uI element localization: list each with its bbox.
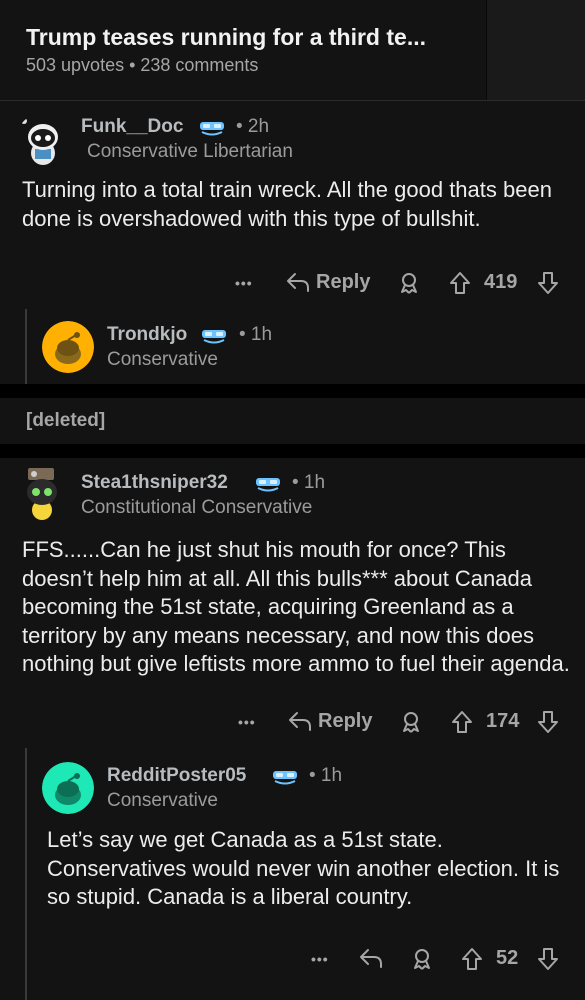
goggles-flair-icon bbox=[200, 122, 224, 136]
user-avatar[interactable] bbox=[42, 762, 94, 814]
user-flair: Conservative Libertarian bbox=[87, 141, 293, 162]
comment-username[interactable]: Funk__Doc bbox=[81, 116, 183, 138]
user-avatar[interactable] bbox=[16, 464, 70, 522]
downvote-button[interactable] bbox=[537, 708, 559, 736]
vote-count: 174 bbox=[486, 709, 520, 732]
user-avatar[interactable] bbox=[42, 321, 94, 373]
snoo-astronaut-icon bbox=[16, 113, 70, 167]
more-options-button[interactable]: ••• bbox=[238, 708, 256, 736]
post-header[interactable]: Trump teases running for a third te... 5… bbox=[0, 0, 585, 100]
user-flair: Conservative bbox=[107, 790, 218, 811]
snoo-default-icon bbox=[42, 762, 94, 814]
goggles-flair-icon bbox=[202, 330, 226, 344]
upvote-arrow-icon bbox=[452, 711, 472, 733]
upvote-arrow-icon bbox=[450, 272, 470, 294]
reply-button[interactable] bbox=[359, 944, 383, 972]
comment-username[interactable]: Stea1thsniper32 bbox=[81, 472, 228, 494]
deleted-comment-label: [deleted] bbox=[26, 410, 106, 431]
vote-count: 419 bbox=[484, 270, 518, 293]
comment-time: • 1h bbox=[292, 472, 326, 493]
award-icon bbox=[401, 273, 417, 294]
upvote-button[interactable] bbox=[449, 269, 471, 297]
downvote-arrow-icon bbox=[538, 711, 558, 733]
post-meta: 503 upvotes • 238 comments bbox=[26, 55, 259, 75]
award-button[interactable] bbox=[397, 269, 421, 297]
user-avatar[interactable] bbox=[16, 113, 70, 167]
post-thumbnail[interactable] bbox=[486, 0, 585, 100]
comment-username[interactable]: Trondkjo bbox=[107, 324, 187, 346]
goggles-flair-icon bbox=[273, 771, 297, 785]
user-flair: Constitutional Conservative bbox=[81, 497, 313, 518]
reply-arrow-icon bbox=[287, 273, 309, 292]
comment-body: Let’s say we get Canada as a 51st state.… bbox=[47, 827, 560, 909]
goggles-flair-icon bbox=[256, 478, 280, 492]
comment-body: FFS......Can he just shut his mouth for … bbox=[22, 537, 570, 676]
upvote-button[interactable] bbox=[451, 708, 473, 736]
user-flair: Conservative bbox=[107, 349, 218, 370]
comment-time: • 1h bbox=[239, 324, 273, 345]
thread-line[interactable] bbox=[25, 309, 27, 384]
comment-username[interactable]: RedditPoster05 bbox=[107, 765, 246, 787]
reply-button[interactable]: Reply bbox=[288, 707, 372, 735]
award-icon bbox=[403, 712, 419, 733]
downvote-arrow-icon bbox=[538, 272, 558, 294]
comment-thread: Funk__Doc • 2h Conservative Libertarian … bbox=[0, 101, 585, 384]
reply-arrow-icon bbox=[289, 712, 311, 731]
snoo-default-icon bbox=[42, 321, 94, 373]
award-button[interactable] bbox=[399, 708, 423, 736]
upvote-button[interactable] bbox=[461, 945, 483, 973]
reply-button[interactable]: Reply bbox=[286, 268, 370, 296]
downvote-arrow-icon bbox=[538, 948, 558, 970]
upvote-arrow-icon bbox=[462, 948, 482, 970]
more-options-button[interactable]: ••• bbox=[235, 269, 253, 297]
award-icon bbox=[414, 949, 430, 970]
comment-thread-deleted[interactable]: [deleted] bbox=[0, 398, 585, 444]
post-title[interactable]: Trump teases running for a third te... bbox=[26, 24, 426, 51]
snoo-helmet-icon bbox=[16, 464, 70, 522]
award-button[interactable] bbox=[410, 945, 434, 973]
comment-body: Turning into a total train wreck. All th… bbox=[22, 177, 552, 231]
downvote-button[interactable] bbox=[537, 945, 559, 973]
vote-count: 52 bbox=[496, 946, 519, 969]
reply-arrow-icon bbox=[360, 949, 382, 968]
comment-thread: Stea1thsniper32 • 1h Constitutional Cons… bbox=[0, 458, 585, 1000]
comment-time: • 2h bbox=[236, 116, 270, 137]
more-options-button[interactable]: ••• bbox=[311, 945, 329, 973]
thread-line[interactable] bbox=[25, 748, 27, 1000]
downvote-button[interactable] bbox=[537, 269, 559, 297]
comment-time: • 1h bbox=[309, 765, 343, 786]
